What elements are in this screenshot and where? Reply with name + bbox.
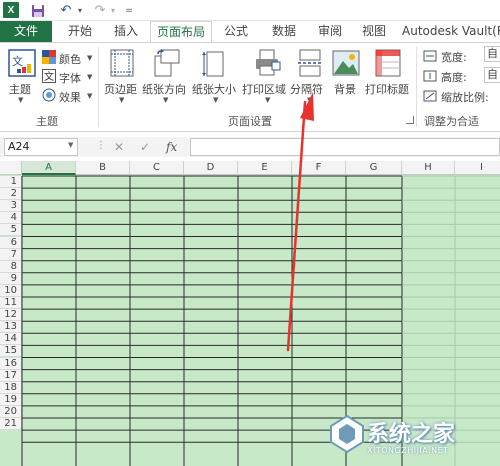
tab-data[interactable]: 数据: [262, 21, 306, 42]
formula-bar-grip-icon: ⋮: [96, 140, 106, 151]
tab-review[interactable]: 审阅: [308, 21, 352, 42]
print-area-icon: [256, 49, 281, 76]
tab-insert[interactable]: 插入: [104, 21, 148, 42]
orientation-label: 纸张方向: [142, 83, 186, 96]
insert-function-icon[interactable]: fx: [166, 139, 177, 155]
excel-logo-icon: X: [3, 2, 19, 18]
background-icon: [332, 50, 360, 76]
save-icon[interactable]: [30, 2, 46, 19]
effects-dropdown-icon: ▼: [87, 92, 93, 100]
name-box[interactable]: A24: [4, 138, 78, 156]
orientation-dropdown-icon: ▼: [163, 96, 169, 104]
svg-text:文: 文: [44, 70, 54, 83]
group-divider: [98, 47, 99, 127]
title-bar: X ↶ ▾ ↷ ▾ =: [0, 0, 500, 21]
print-area-dropdown-icon: ▼: [265, 96, 271, 104]
tab-page-layout[interactable]: 页面布局: [150, 21, 212, 43]
enter-icon[interactable]: ✓: [140, 139, 150, 155]
name-box-dropdown-icon[interactable]: ▼: [68, 141, 73, 149]
colors-icon: [42, 50, 56, 64]
breaks-label: 分隔符: [290, 83, 323, 96]
colors-label: 颜色: [59, 53, 81, 66]
effects-label: 效果: [59, 91, 81, 104]
breaks-icon: [298, 49, 322, 77]
width-select[interactable]: 自: [484, 46, 500, 62]
ribbon-page-layout: 文 主题 ▼ 颜色 ▼ 文 字体 ▼ 效果 ▼ 主题 页边距 ▼ 纸张方向 ▼ …: [0, 42, 500, 132]
width-icon: [423, 50, 437, 62]
fonts-label: 字体: [59, 72, 81, 85]
tab-formulas[interactable]: 公式: [214, 21, 258, 42]
colors-dropdown-icon: ▼: [87, 54, 93, 62]
tab-autodesk-vault[interactable]: Autodesk Vault(R: [398, 21, 500, 42]
fonts-dropdown-icon: ▼: [87, 73, 93, 81]
group-divider: [416, 47, 417, 127]
customize-toolbar-icon[interactable]: =: [124, 2, 134, 19]
size-label: 纸张大小: [192, 83, 236, 96]
watermark: 系统之家 XITONGZHIJIA.NET: [327, 412, 497, 462]
themes-group-label: 主题: [36, 115, 58, 128]
print-titles-icon: [375, 49, 401, 77]
width-label: 宽度:: [441, 51, 467, 64]
tab-view[interactable]: 视图: [352, 21, 396, 42]
effects-icon: [42, 88, 56, 102]
print-area-label: 打印区域: [242, 83, 286, 96]
breaks-dropdown-icon: ▼: [307, 96, 313, 104]
tab-file[interactable]: 文件: [0, 21, 52, 42]
scale-icon: [423, 90, 437, 102]
formula-bar: A24 ▼ ⋮ ✕ ✓ fx: [0, 137, 500, 157]
cancel-icon[interactable]: ✕: [114, 139, 124, 155]
height-select[interactable]: 自: [484, 67, 500, 83]
themes-icon: 文: [8, 49, 36, 77]
svg-text:文: 文: [12, 54, 23, 68]
scale-label: 缩放比例:: [441, 91, 489, 104]
page-setup-group-label: 页面设置: [228, 115, 272, 128]
redo-icon[interactable]: ↷: [90, 2, 110, 19]
tab-home[interactable]: 开始: [58, 21, 102, 42]
undo-icon[interactable]: ↶: [56, 2, 76, 19]
ribbon-tabs: 文件 开始 插入 页面布局 公式 数据 审阅 视图 Autodesk Vault…: [0, 21, 500, 43]
page-setup-launcher-icon[interactable]: [406, 116, 414, 124]
fonts-icon: 文: [42, 69, 56, 83]
watermark-text: 系统之家: [367, 422, 456, 447]
themes-label: 主题: [9, 83, 31, 96]
paper-size-icon: [202, 51, 224, 77]
redo-dropdown-icon[interactable]: ▾: [109, 2, 117, 19]
background-label: 背景: [334, 83, 356, 96]
watermark-logo-icon: [330, 414, 364, 454]
formula-input[interactable]: [190, 138, 500, 156]
margins-dropdown-icon: ▼: [119, 96, 125, 104]
undo-dropdown-icon[interactable]: ▾: [76, 2, 84, 19]
orientation-icon: [154, 49, 180, 77]
height-icon: [423, 70, 437, 82]
margins-label: 页边距: [104, 83, 137, 96]
watermark-url: XITONGZHIJIA.NET: [367, 446, 449, 455]
scale-group-label: 调整为合适: [424, 115, 479, 128]
print-titles-label: 打印标题: [365, 83, 409, 96]
size-dropdown-icon: ▼: [213, 96, 219, 104]
margins-icon: [110, 49, 134, 77]
height-label: 高度:: [441, 71, 467, 84]
themes-dropdown-icon: ▼: [18, 96, 24, 104]
